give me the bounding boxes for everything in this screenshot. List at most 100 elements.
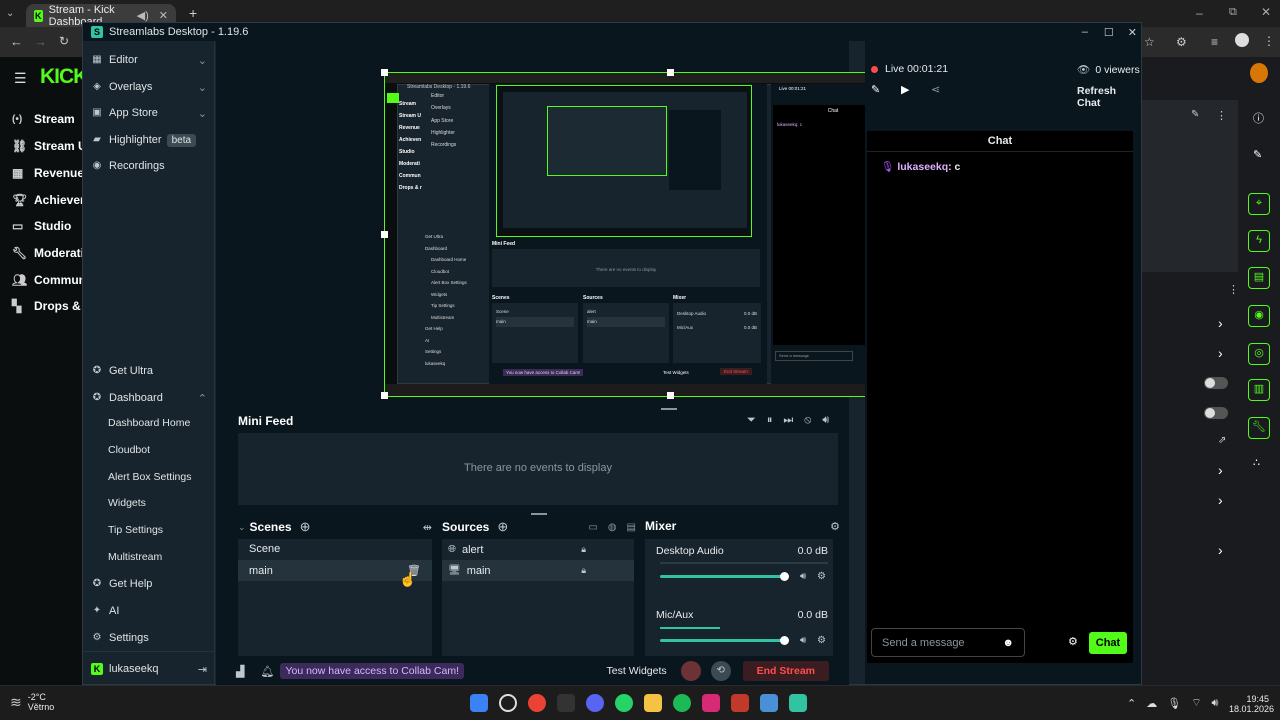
reload-icon[interactable]: ↻ <box>59 34 69 48</box>
nav-widgets[interactable]: Widgets <box>108 497 146 509</box>
stats-icon[interactable]: ▟ <box>236 665 244 678</box>
minimize-icon[interactable]: – <box>1196 6 1203 20</box>
nav-tip-settings[interactable]: Tip Settings <box>108 524 163 536</box>
lock-icon[interactable]: 🔒︎ <box>581 544 586 555</box>
volume-icon[interactable]: 🔊︎ <box>822 414 829 427</box>
toggle-switch[interactable] <box>1204 377 1228 389</box>
nav-dashboard[interactable]: ✪ Dashboard ⌃ <box>91 389 207 407</box>
nav-editor[interactable]: ▦ Editor ⌄ <box>91 51 207 69</box>
dots-icon[interactable]: ∴ <box>1253 456 1260 469</box>
restore-icon[interactable]: ⧉ <box>1229 6 1237 19</box>
nav-cloudbot[interactable]: Cloudbot <box>108 444 150 456</box>
discord-icon[interactable] <box>586 694 604 712</box>
nav-app-store[interactable]: ▣ App Store ⌄ <box>91 104 207 122</box>
nav-settings[interactable]: ⚙ Settings <box>91 629 149 647</box>
pause-icon[interactable]: ⏸ <box>767 414 773 427</box>
notification-icon[interactable]: 🔔︎ <box>260 665 274 678</box>
volume-slider-knob[interactable] <box>780 572 789 581</box>
back-icon[interactable]: ← <box>10 34 23 49</box>
onedrive-icon[interactable]: ☁ <box>1146 697 1157 710</box>
broadcast-icon[interactable]: ◎ <box>1248 343 1270 365</box>
document-icon[interactable]: ▤ <box>1248 267 1270 289</box>
volume-slider-knob[interactable] <box>780 636 789 645</box>
pencil-icon[interactable]: ✎ <box>1253 148 1262 161</box>
nav-ai[interactable]: ✦ AI <box>91 602 120 620</box>
speaker-icon[interactable]: 🔊︎ <box>800 571 806 582</box>
logout-icon[interactable]: ⇥ <box>198 663 207 676</box>
app-red-icon[interactable] <box>731 694 749 712</box>
app-blue-icon[interactable] <box>760 694 778 712</box>
new-tab-icon[interactable]: + <box>189 5 197 21</box>
volume-slider[interactable] <box>660 572 789 581</box>
speaker-icon[interactable]: 🔊︎ <box>1212 697 1219 710</box>
chevron-right-icon[interactable]: › <box>1218 315 1223 331</box>
nav-user[interactable]: Klukaseekq ⇥ <box>91 660 207 678</box>
lock-icon[interactable]: 🔒︎ <box>581 565 586 576</box>
edit-icon[interactable]: ✎ <box>1191 109 1199 120</box>
chevron-down-icon[interactable]: ⌄ <box>238 522 246 533</box>
add-source-icon[interactable]: ⊕ <box>497 519 508 535</box>
nav-multistream[interactable]: Multistream <box>108 551 162 563</box>
nav-get-help[interactable]: ✪ Get Help <box>91 575 153 593</box>
spotify-icon[interactable] <box>673 694 691 712</box>
scene-transition-icon[interactable]: ⇹ <box>423 521 432 534</box>
forward-icon[interactable]: → <box>34 34 47 49</box>
nav-recordings[interactable]: ◉ Recordings <box>91 157 165 175</box>
close-window-icon[interactable]: ✕ <box>1261 5 1271 19</box>
add-scene-icon[interactable]: ⊕ <box>300 519 311 535</box>
instagram-icon[interactable] <box>702 694 720 712</box>
clock[interactable]: 19:45 18.01.2026 <box>1229 694 1274 714</box>
replay-icon[interactable]: ⟲ <box>710 661 731 681</box>
chevron-right-icon[interactable]: › <box>1218 462 1223 478</box>
tab-search-icon[interactable]: ⌄ <box>6 6 20 20</box>
mute-alerts-icon[interactable]: ⦸ <box>804 414 811 427</box>
epic-games-icon[interactable] <box>557 694 575 712</box>
chat-input[interactable]: Send a message ☻ <box>871 628 1025 657</box>
focus-icon[interactable]: ⌖ <box>1248 193 1270 215</box>
microphone-icon[interactable]: 🎙︎ <box>1167 697 1181 710</box>
weather-widget[interactable]: ≋ -2°C Větrno <box>10 692 54 712</box>
chevron-right-icon[interactable]: › <box>1218 492 1223 508</box>
minimize-icon[interactable]: – <box>1082 26 1088 38</box>
close-icon[interactable]: ✕ <box>1128 26 1137 39</box>
nav-alert-box-settings[interactable]: Alert Box Settings <box>108 471 191 483</box>
resize-handle[interactable] <box>381 231 388 238</box>
new-folder-icon[interactable]: ▤ <box>627 522 636 533</box>
bookmark-star-icon[interactable]: ☆ <box>1144 35 1155 49</box>
avatar[interactable] <box>1250 63 1268 83</box>
wifi-icon[interactable]: ⌔ <box>1191 696 1201 710</box>
source-item[interactable]: 🌐︎ alert 🔒︎ <box>442 539 634 560</box>
drag-handle[interactable] <box>661 408 677 410</box>
share-icon[interactable]: ⋖ <box>931 83 940 96</box>
windows-start-icon[interactable] <box>470 694 488 712</box>
pencil-icon[interactable]: ✎ <box>871 83 880 96</box>
emoji-icon[interactable]: ☻ <box>1002 637 1014 649</box>
resize-handle[interactable] <box>381 392 388 399</box>
browser-menu-icon[interactable]: ⋮ <box>1263 34 1275 48</box>
camera-icon[interactable]: ▶ <box>901 83 909 96</box>
nav-overlays[interactable]: ◈ Overlays ⌄ <box>91 78 207 96</box>
hamburger-menu-icon[interactable]: ☰ <box>14 70 27 87</box>
gear-icon[interactable]: ⚙ <box>830 520 840 533</box>
chevron-right-icon[interactable]: › <box>1218 542 1223 558</box>
scene-item[interactable]: Scene <box>238 539 432 560</box>
file-explorer-icon[interactable] <box>644 694 662 712</box>
gear-icon[interactable]: ⚙ <box>817 571 826 582</box>
more-icon-2[interactable]: ⋮ <box>1228 283 1239 296</box>
media-icon[interactable]: ≡ <box>1211 35 1218 49</box>
whatsapp-icon[interactable] <box>615 694 633 712</box>
nav-dashboard-home[interactable]: Dashboard Home <box>108 417 190 429</box>
tab-audio-icon[interactable]: ◀) <box>137 9 149 22</box>
collab-cam-notice[interactable]: You now have access to Collab Cam! <box>280 663 464 679</box>
layout-icon[interactable]: ▥ <box>1248 379 1270 401</box>
end-stream-button[interactable]: End Stream <box>742 661 829 681</box>
chart-icon[interactable]: ⇗ <box>1218 435 1226 446</box>
tray-chevron-icon[interactable]: ⌃ <box>1127 697 1136 710</box>
drag-handle[interactable] <box>531 513 547 515</box>
resize-handle[interactable] <box>667 69 674 76</box>
test-widget-button[interactable] <box>680 661 701 681</box>
toggle-switch[interactable] <box>1204 407 1228 419</box>
extensions-icon[interactable]: ⚙ <box>1176 35 1187 49</box>
info-icon[interactable]: ⓘ <box>1253 110 1264 126</box>
volume-slider[interactable] <box>660 636 789 645</box>
